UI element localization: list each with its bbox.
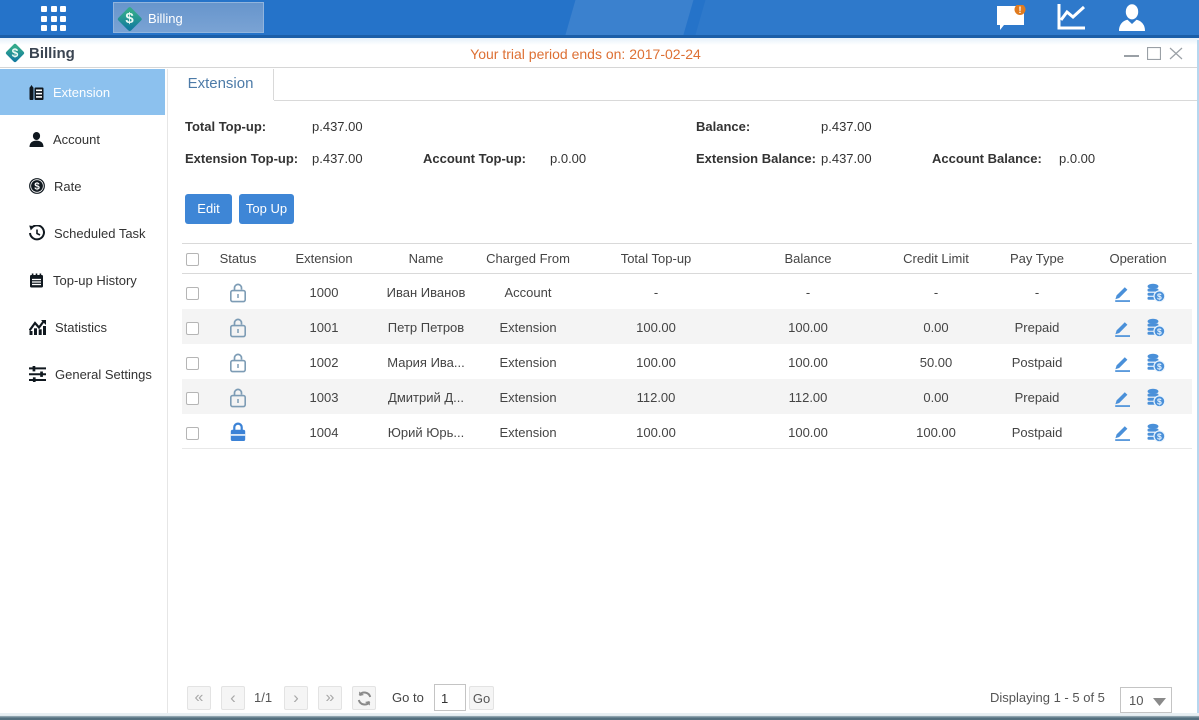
svg-text:$: $ [1157, 292, 1162, 302]
svg-text:$: $ [1157, 326, 1162, 336]
svg-text:$: $ [1157, 396, 1162, 406]
svg-text:$: $ [1157, 361, 1162, 371]
svg-text:$: $ [1157, 431, 1162, 441]
svg-text:!: ! [1019, 5, 1022, 15]
svg-text:$: $ [34, 182, 40, 193]
